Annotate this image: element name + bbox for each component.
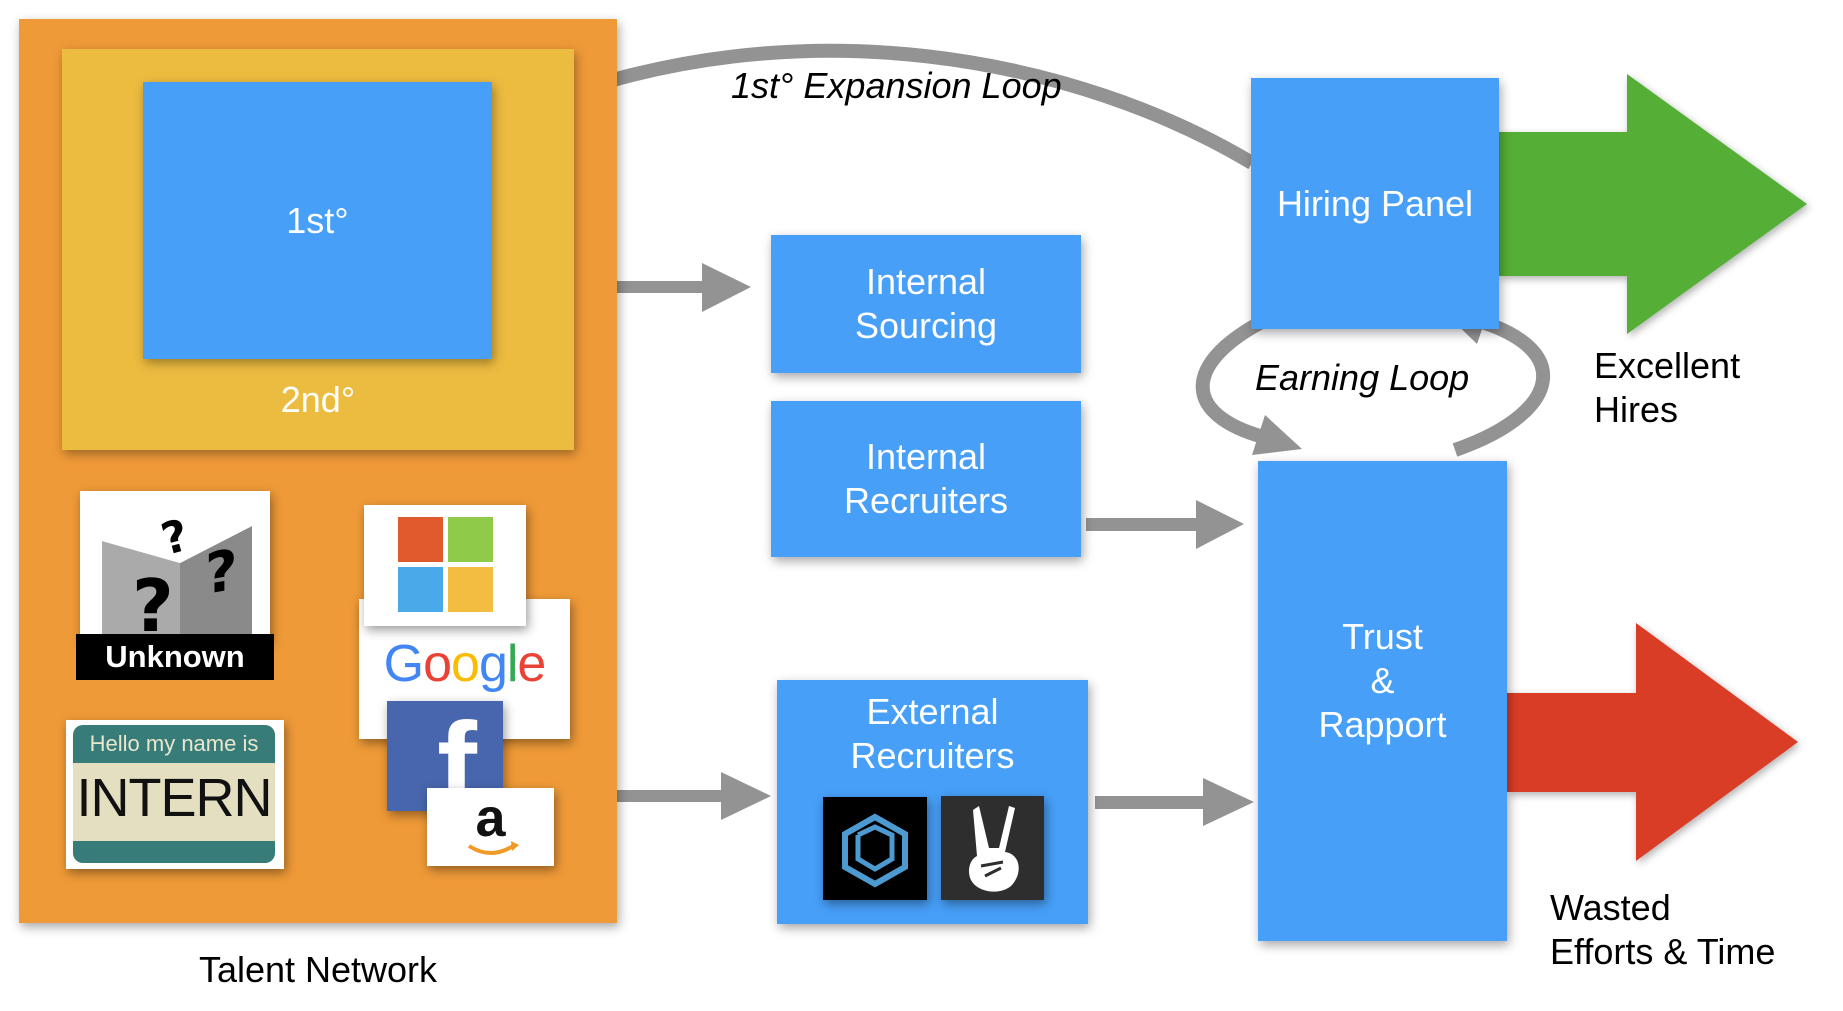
- excellent-hires-arrow: [1499, 74, 1807, 334]
- internal-sourcing-label: Internal Sourcing: [854, 261, 998, 346]
- question-cube-icon: ? ? ?: [102, 509, 252, 641]
- trust-rapport-box[interactable]: Trust & Rapport: [1258, 461, 1507, 941]
- internal-sourcing-box[interactable]: Internal Sourcing: [771, 235, 1081, 373]
- google-logo: Google: [383, 635, 547, 693]
- unknown-source-card: ? ? ?: [80, 491, 270, 641]
- arrow-external-to-trust: [1095, 778, 1254, 826]
- intern-badge: Hello my name is INTERN: [66, 720, 284, 869]
- unknown-label-bar: Unknown: [76, 634, 274, 680]
- unknown-label: Unknown: [105, 639, 245, 674]
- first-degree-label: 1st°: [286, 199, 349, 241]
- internal-recruiters-label: Internal Recruiters: [843, 436, 1009, 521]
- external-recruiters-label: External Recruiters: [850, 691, 1015, 776]
- arrow-internal-recruiters-to-trust: [1086, 500, 1244, 549]
- talent-network-label: Talent Network: [198, 949, 438, 990]
- hexagon-cube-icon: [842, 813, 908, 888]
- angellist-logo: [941, 796, 1044, 900]
- expansion-loop-label: 1st° Expansion Loop: [731, 65, 1062, 106]
- arrow-network-to-external: [617, 772, 771, 820]
- intern-name: INTERN: [76, 768, 273, 828]
- internal-recruiters-box[interactable]: Internal Recruiters: [771, 401, 1081, 557]
- earning-loop-label: Earning Loop: [1255, 357, 1470, 398]
- arrow-network-to-sourcing: [617, 263, 751, 312]
- wasted-efforts-label: Wasted Efforts & Time: [1550, 887, 1776, 972]
- amazon-smile-icon: [467, 841, 519, 855]
- svg-text:?: ?: [132, 564, 174, 641]
- svg-text:?: ?: [205, 538, 237, 608]
- microsoft-logo-card: [364, 505, 526, 626]
- excellent-hires-label: Excellent Hires: [1594, 345, 1741, 430]
- intern-header-band: Hello my name is: [73, 725, 275, 763]
- first-degree-box[interactable]: 1st°: [143, 82, 492, 359]
- earning-loop-left-arrowhead: [1252, 415, 1302, 455]
- microsoft-logo-icon: [398, 517, 493, 612]
- hired-logo: [823, 797, 927, 900]
- trust-rapport-label: Trust & Rapport: [1318, 616, 1447, 745]
- peace-hand-icon: [969, 806, 1019, 892]
- hiring-panel-box[interactable]: Hiring Panel: [1251, 78, 1499, 329]
- wasted-efforts-arrow: [1507, 623, 1798, 861]
- second-degree-label: 2nd°: [280, 379, 356, 420]
- amazon-logo-card: a: [427, 788, 554, 866]
- hiring-panel-label: Hiring Panel: [1276, 182, 1474, 224]
